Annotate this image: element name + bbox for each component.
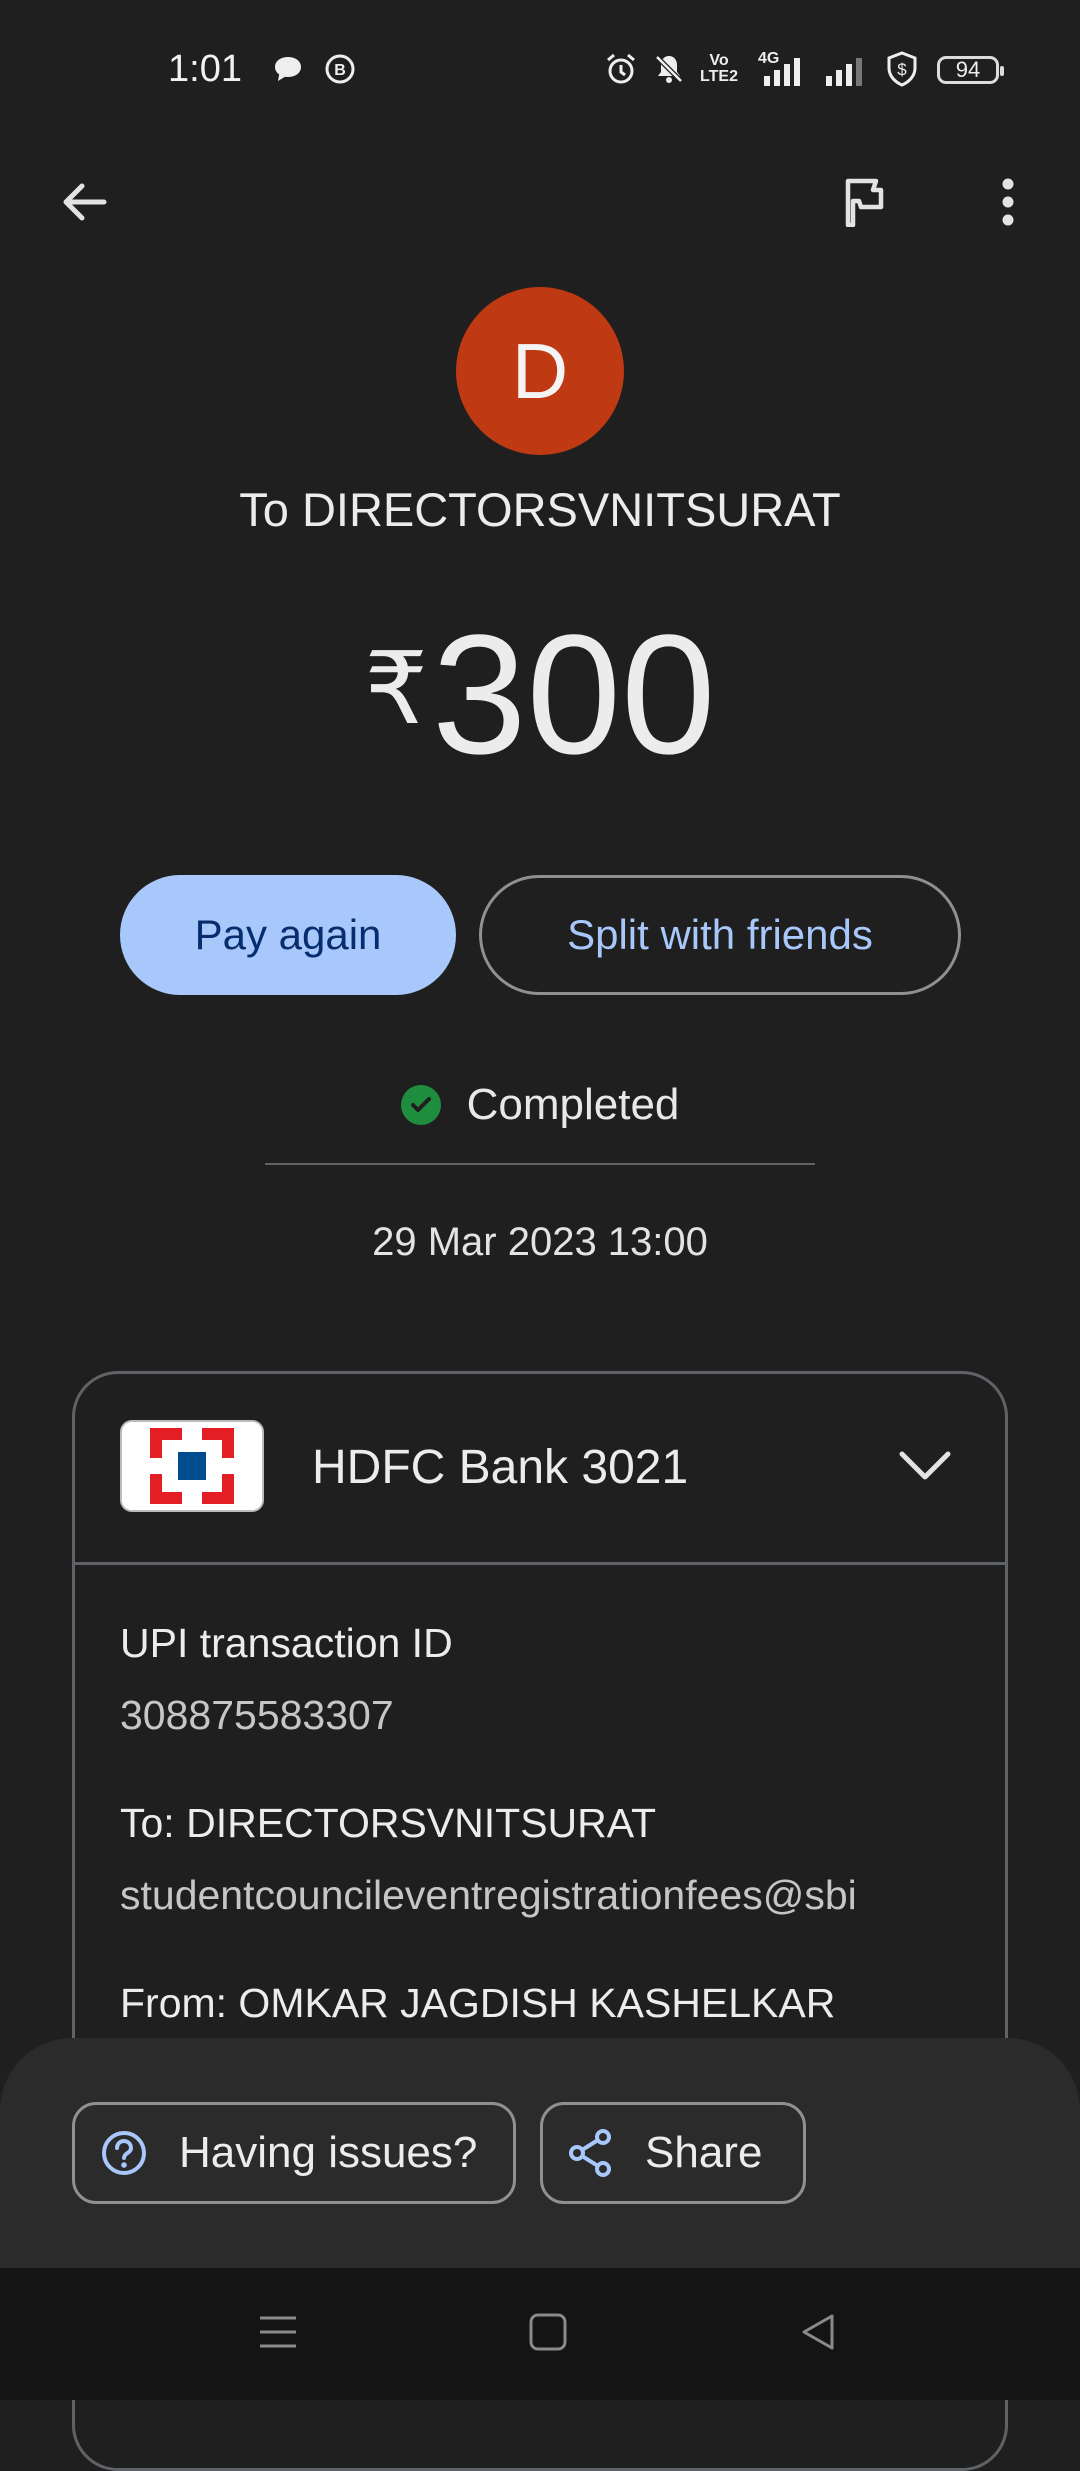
- security-shield-icon: $: [882, 51, 922, 87]
- svg-text:B: B: [334, 62, 346, 79]
- chevron-down-icon: [899, 1451, 951, 1480]
- share-icon: [569, 2129, 611, 2177]
- currency-symbol: ₹: [364, 633, 428, 745]
- split-label: Split with friends: [567, 911, 873, 958]
- avatar: D: [456, 287, 624, 455]
- arrow-back-icon: [63, 183, 107, 221]
- payee-title: To DIRECTORSVNITSURAT: [239, 483, 841, 536]
- amount-value: 300: [431, 600, 716, 790]
- more-options-button[interactable]: [976, 170, 1040, 234]
- b-circle-icon: B: [322, 52, 358, 86]
- home-nav-button[interactable]: [528, 2312, 568, 2352]
- signal-bars-icon: [824, 52, 868, 86]
- volte-icon: Vo LTE2: [698, 52, 740, 86]
- mute-bell-icon: [650, 52, 688, 86]
- amount: ₹ 300: [0, 600, 1080, 790]
- system-navigation-bar: [0, 2268, 1080, 2400]
- pay-again-label: Pay again: [194, 911, 382, 958]
- hamburger-icon: [260, 2316, 296, 2348]
- bank-account-name: HDFC Bank 3021: [312, 1441, 689, 1494]
- share-button[interactable]: Share: [540, 2102, 806, 2204]
- upi-transaction-id-value: 308875583307: [120, 1692, 394, 1738]
- flag-icon: [845, 178, 884, 227]
- chat-bubble-icon: [270, 52, 306, 86]
- upi-transaction-id-label: UPI transaction ID: [120, 1620, 453, 1666]
- network-type-label: 4G: [758, 50, 780, 67]
- status-time: 1:01: [168, 48, 242, 90]
- having-issues-button[interactable]: Having issues?: [72, 2102, 516, 2204]
- report-button[interactable]: [832, 170, 896, 234]
- square-home-icon: [529, 2313, 567, 2351]
- status-bar: 1:01 B Vo LTE2 4G $ 94: [0, 0, 1080, 140]
- svg-text:$: $: [897, 60, 907, 79]
- check-circle-icon: [400, 1085, 441, 1125]
- to-label: To: DIRECTORSVNITSURAT: [120, 1800, 657, 1846]
- share-label: Share: [645, 2128, 763, 2177]
- menu-nav-button[interactable]: [258, 2312, 298, 2352]
- signal-4g-icon: 4G: [750, 50, 814, 86]
- to-vpa: studentcouncileventregistrationfees@sbi: [120, 1872, 857, 1918]
- transaction-date: 29 Mar 2023 13:00: [372, 1220, 708, 1264]
- transaction-status: Completed: [0, 1080, 1080, 1130]
- battery-level: 94: [955, 57, 981, 82]
- triangle-back-icon: [802, 2314, 834, 2350]
- alarm-icon: [602, 52, 640, 86]
- split-with-friends-button[interactable]: Split with friends: [479, 875, 961, 995]
- avatar-letter: D: [511, 326, 569, 415]
- status-label: Completed: [466, 1080, 680, 1129]
- back-button[interactable]: [52, 170, 116, 234]
- volte-label: Vo LTE2: [700, 52, 738, 85]
- back-nav-button[interactable]: [798, 2312, 838, 2352]
- help-circle-icon: [102, 2131, 146, 2175]
- from-label: From: OMKAR JAGDISH KASHELKAR: [120, 1980, 836, 2026]
- hdfc-bank-logo-icon: [120, 1420, 264, 1512]
- divider: [265, 1163, 815, 1165]
- battery-indicator: 94: [937, 56, 1004, 84]
- expand-details-button[interactable]: [890, 1440, 960, 1490]
- having-issues-label: Having issues?: [179, 2128, 478, 2177]
- more-vertical-icon: [1002, 178, 1014, 226]
- pay-again-button[interactable]: Pay again: [120, 875, 456, 995]
- card-divider: [74, 1562, 1006, 1565]
